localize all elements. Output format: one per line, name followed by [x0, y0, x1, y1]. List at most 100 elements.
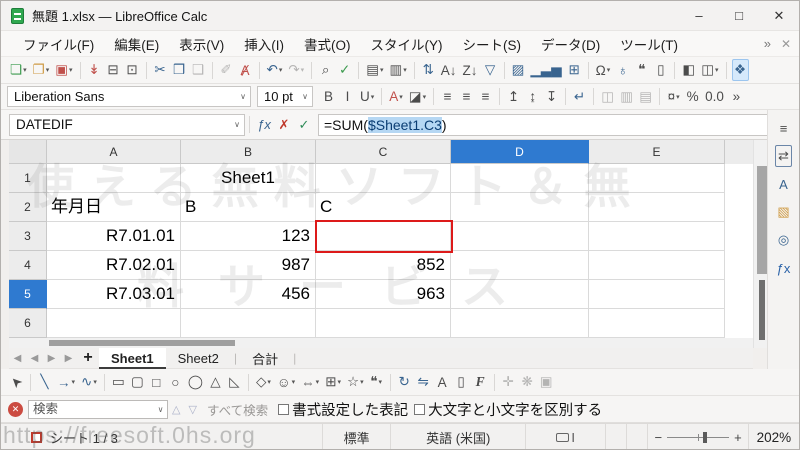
- dropdown-caret[interactable]: ▾: [46, 66, 50, 74]
- cell-b1[interactable]: Sheet1: [181, 164, 316, 193]
- vertical-text-icon[interactable]: ▯: [453, 371, 470, 393]
- square-icon[interactable]: □: [148, 371, 165, 393]
- column-header-b[interactable]: B: [181, 140, 316, 164]
- cell-d6[interactable]: [451, 309, 589, 338]
- menu-format[interactable]: 書式(O): [294, 34, 361, 54]
- cell-a6[interactable]: [47, 309, 181, 338]
- number-format-icon[interactable]: 0.0: [703, 86, 726, 108]
- ellipse-icon[interactable]: ○: [167, 371, 184, 393]
- text-box-icon[interactable]: A: [434, 371, 451, 393]
- row-header-5[interactable]: 5: [9, 280, 47, 309]
- dropdown-caret[interactable]: ▾: [279, 66, 283, 74]
- previous-sheet-icon[interactable]: ◀: [26, 353, 43, 364]
- next-sheet-icon[interactable]: ▶: [43, 353, 60, 364]
- gallery-deck-icon[interactable]: ▧: [775, 201, 792, 223]
- dropdown-caret[interactable]: ▾: [380, 66, 384, 74]
- dropdown-caret[interactable]: ▾: [69, 66, 73, 74]
- function-wizard-icon[interactable]: ƒx: [254, 114, 274, 136]
- cell-a5[interactable]: R7.03.01: [47, 280, 181, 309]
- export-pdf-icon[interactable]: ↡: [86, 59, 103, 81]
- document-close-icon[interactable]: ✕: [781, 37, 791, 51]
- curve-icon[interactable]: ∿▾: [79, 371, 99, 393]
- menu-insert[interactable]: 挿入(I): [234, 34, 294, 54]
- cell-a3[interactable]: R7.01.01: [47, 222, 181, 251]
- row-header-1[interactable]: 1: [9, 164, 47, 193]
- symbol-shapes-icon[interactable]: ☺▾: [275, 371, 297, 393]
- open-icon[interactable]: ❐▾: [31, 59, 52, 81]
- insert-object-icon[interactable]: ⊞: [566, 59, 583, 81]
- zoom-slider[interactable]: [667, 431, 729, 444]
- styles-deck-icon[interactable]: A: [775, 173, 792, 195]
- cell-d3[interactable]: [451, 222, 589, 251]
- insert-image-icon[interactable]: ▨: [510, 59, 527, 81]
- menu-sheet[interactable]: シート(S): [453, 34, 532, 54]
- dropdown-caret[interactable]: ▾: [423, 93, 427, 101]
- dropdown-caret[interactable]: ▾: [371, 93, 375, 101]
- menu-edit[interactable]: 編集(E): [104, 34, 169, 54]
- chevron-down-icon[interactable]: ∨: [154, 405, 167, 414]
- menu-tools[interactable]: ツール(T): [610, 34, 688, 54]
- font-size-combo[interactable]: 10 pt ∨: [257, 86, 313, 107]
- close-find-bar-icon[interactable]: ✕: [8, 402, 23, 417]
- cell-e1[interactable]: [589, 164, 725, 193]
- accept-icon[interactable]: ✓: [294, 114, 314, 136]
- align-right-icon[interactable]: ≡: [477, 86, 494, 108]
- cell-a2[interactable]: 年月日: [47, 193, 181, 222]
- circle-icon[interactable]: ◯: [186, 371, 205, 393]
- dropdown-caret[interactable]: ▾: [316, 378, 320, 386]
- cut-icon[interactable]: ✂: [152, 59, 169, 81]
- show-draw-functions-icon[interactable]: ❖: [732, 59, 749, 81]
- menu-overflow-icon[interactable]: »: [764, 36, 771, 51]
- menu-styles[interactable]: スタイル(Y): [361, 34, 453, 54]
- cell-d1[interactable]: [451, 164, 589, 193]
- dropdown-caret[interactable]: ▾: [338, 378, 342, 386]
- fontwork-icon[interactable]: F: [472, 371, 489, 393]
- underline-icon[interactable]: U▾: [358, 86, 376, 108]
- insert-comment-icon[interactable]: ❝: [633, 59, 650, 81]
- language-segment[interactable]: 英語 (米国): [391, 424, 526, 450]
- zoom-value[interactable]: 202%: [749, 424, 799, 450]
- cell-d5[interactable]: [451, 280, 589, 309]
- column-header-c[interactable]: C: [316, 140, 451, 164]
- sort-ascending-icon[interactable]: A↓: [439, 59, 459, 81]
- cell-b6[interactable]: [181, 309, 316, 338]
- sheet-tab-sheet2[interactable]: Sheet2: [166, 348, 231, 369]
- first-sheet-icon[interactable]: ◀: [9, 353, 26, 364]
- dropdown-caret[interactable]: ▾: [379, 378, 383, 386]
- bold-icon[interactable]: B: [320, 86, 337, 108]
- dropdown-caret[interactable]: ▾: [403, 66, 407, 74]
- triangle-icon[interactable]: △: [207, 371, 224, 393]
- select-icon[interactable]: ➤: [3, 368, 31, 396]
- spelling-icon[interactable]: ✓: [336, 59, 353, 81]
- row-header-3[interactable]: 3: [9, 222, 47, 251]
- wrap-text-icon[interactable]: ↵: [571, 86, 588, 108]
- cell-e2[interactable]: [589, 193, 725, 222]
- clear-formatting-icon[interactable]: Ⱥ: [237, 59, 254, 81]
- cell-b3[interactable]: 123: [181, 222, 316, 251]
- dropdown-caret[interactable]: ▾: [676, 93, 680, 101]
- formula-input[interactable]: =SUM($Sheet1.C3): [318, 114, 777, 136]
- new-document-icon[interactable]: ❏▾: [8, 59, 29, 81]
- cell-c4[interactable]: 852: [316, 251, 451, 280]
- column-header-e[interactable]: E: [589, 140, 725, 164]
- menu-view[interactable]: 表示(V): [169, 34, 234, 54]
- select-all-corner[interactable]: [9, 140, 47, 164]
- sidebar-menu-icon[interactable]: ≡: [775, 117, 792, 139]
- name-box[interactable]: DATEDIF ∨: [9, 114, 245, 136]
- functions-deck-icon[interactable]: ƒx: [775, 257, 793, 279]
- save-icon[interactable]: ▣▾: [53, 59, 74, 81]
- zoom-in-icon[interactable]: +: [734, 430, 742, 445]
- last-sheet-icon[interactable]: ▶: [60, 353, 77, 364]
- horizontal-scrollbar-thumb[interactable]: [49, 340, 235, 346]
- cell-a4[interactable]: R7.02.01: [47, 251, 181, 280]
- special-character-icon[interactable]: Ω▾: [594, 59, 613, 81]
- cell-b5[interactable]: 456: [181, 280, 316, 309]
- column-header-d[interactable]: D: [451, 140, 589, 164]
- rotate-object-icon[interactable]: ↻: [396, 371, 413, 393]
- row-header-6[interactable]: 6: [9, 309, 47, 338]
- find-all-button[interactable]: すべて検索: [207, 400, 268, 419]
- horizontal-scrollbar[interactable]: [9, 338, 753, 348]
- sort-icon[interactable]: ⇅: [420, 59, 437, 81]
- column-menu-icon[interactable]: ▥▾: [387, 59, 408, 81]
- sheet-tab-sheet1[interactable]: Sheet1: [99, 348, 166, 369]
